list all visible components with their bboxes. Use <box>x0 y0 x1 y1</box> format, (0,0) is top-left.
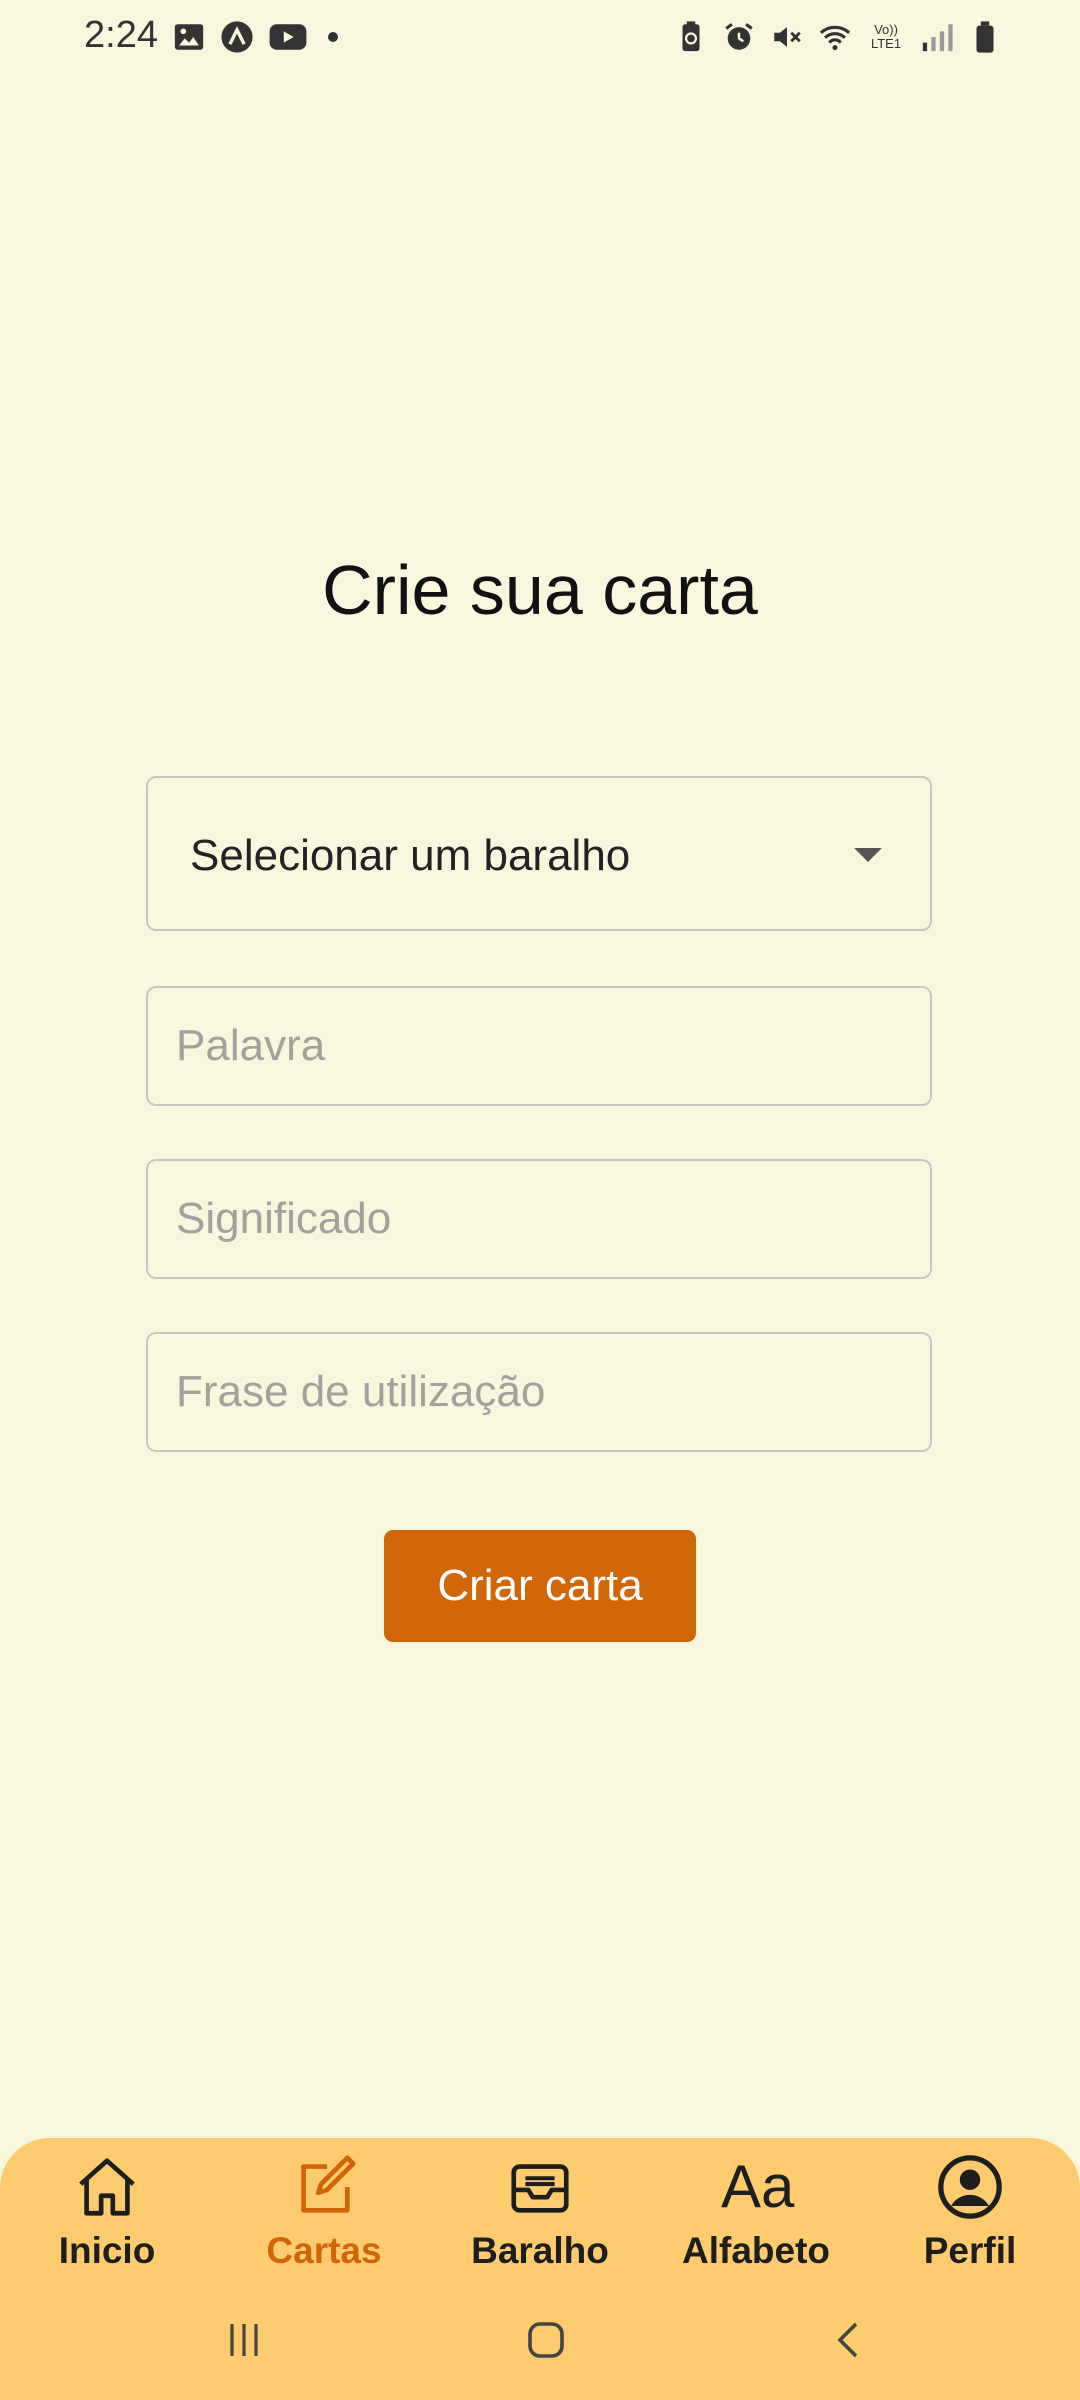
home-square-icon <box>528 2322 564 2358</box>
alarm-icon <box>722 20 756 54</box>
word-field[interactable] <box>146 986 932 1106</box>
system-nav-bar <box>0 2300 1080 2380</box>
word-input[interactable] <box>148 988 930 1104</box>
wifi-icon <box>818 20 852 54</box>
nav-label-inicio: Inicio <box>58 2230 156 2271</box>
meaning-field[interactable] <box>146 1159 932 1279</box>
status-time: 2:24 <box>84 14 158 56</box>
status-bar: 2:24 Vo)) LTE1 <box>0 0 1080 80</box>
nav-label-baralho: Baralho <box>471 2230 609 2271</box>
signal-icon <box>920 20 954 54</box>
mute-icon <box>770 20 804 54</box>
nav-item-perfil[interactable]: Perfil <box>870 2152 1070 2272</box>
volte-icon: Vo)) LTE1 <box>870 22 902 51</box>
nav-item-cartas[interactable]: Cartas <box>224 2152 424 2272</box>
nav-item-inicio[interactable]: Inicio <box>7 2152 207 2272</box>
nav-item-baralho[interactable]: Baralho <box>440 2152 640 2272</box>
youtube-icon <box>268 20 308 54</box>
notification-dot <box>328 32 338 42</box>
font-icon: Aa <box>721 2153 795 2220</box>
recents-button[interactable] <box>204 2310 284 2370</box>
recents-icon <box>230 2324 258 2356</box>
back-chevron-icon <box>837 2322 858 2358</box>
home-button[interactable] <box>506 2310 586 2370</box>
nav-label-cartas: Cartas <box>266 2230 382 2271</box>
inbox-icon <box>511 2164 569 2213</box>
status-icons-left <box>172 20 338 54</box>
page-title: Crie sua carta <box>322 551 758 629</box>
sentence-field[interactable] <box>146 1332 932 1452</box>
nav-item-alfabeto[interactable]: Aa Alfabeto <box>656 2152 856 2272</box>
status-icons-right: Vo)) LTE1 <box>674 20 1002 54</box>
back-button[interactable] <box>810 2310 890 2370</box>
deck-select[interactable]: Selecionar um baralho <box>146 776 932 931</box>
deck-select-value: Selecionar um baralho <box>190 831 631 880</box>
battery-icon <box>968 20 1002 54</box>
caret-down-icon <box>854 848 882 862</box>
nav-label-perfil: Perfil <box>923 2230 1017 2271</box>
image-icon <box>172 20 206 54</box>
sentence-input[interactable] <box>148 1334 930 1450</box>
meaning-input[interactable] <box>148 1161 930 1277</box>
home-icon <box>79 2158 135 2216</box>
create-card-button[interactable]: Criar carta <box>384 1530 696 1642</box>
battery-saver-icon <box>674 20 708 54</box>
nav-label-alfabeto: Alfabeto <box>682 2230 830 2271</box>
app-icon <box>220 20 254 54</box>
edit-icon <box>301 2155 356 2213</box>
account-icon <box>938 2155 1002 2219</box>
